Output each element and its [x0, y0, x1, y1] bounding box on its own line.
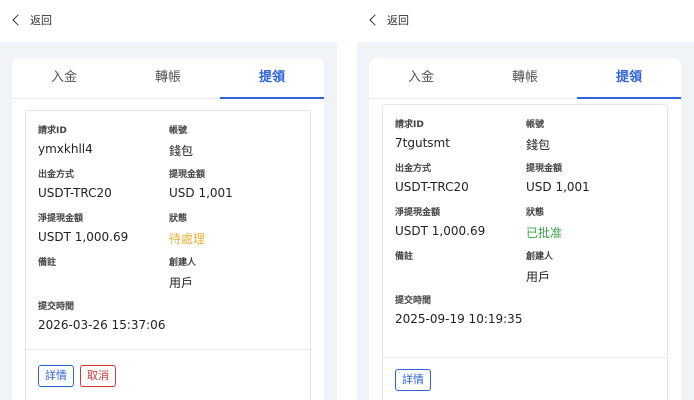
method-label: 出金方式 [395, 164, 432, 174]
submit-time-label: 提交時間 [395, 296, 432, 306]
back-label: 返回 [30, 14, 52, 27]
withdrawal-record: 請求ID 7tgutsmt 帳號 錢包 出金方式 USDT-TRC20 提現金額 [382, 104, 668, 400]
back-button[interactable]: 返回 [12, 12, 52, 28]
status-label: 狀態 [169, 214, 188, 224]
panel-gap [337, 0, 357, 400]
submit-time-label: 提交時間 [38, 302, 75, 312]
amount-label: 提現金額 [526, 164, 563, 174]
back-button[interactable]: 返回 [369, 12, 409, 28]
creator-value: 用戶 [526, 270, 551, 284]
amount-label: 提現金額 [169, 170, 206, 180]
tab-transfer[interactable]: 轉帳 [116, 58, 220, 98]
cancel-button[interactable]: 取消 [80, 365, 116, 387]
submit-time-value: 2025-09-19 10:19:35 [395, 312, 523, 326]
status-badge: 已批准 [526, 226, 563, 240]
tab-withdraw[interactable]: 提領 [577, 58, 681, 99]
detail-button[interactable]: 詳情 [38, 365, 74, 387]
creator-value: 用戶 [169, 276, 194, 290]
request-id-value: 7tgutsmt [395, 136, 450, 150]
transaction-card: 入金 轉帳 提領 請求ID 7tgutsmt 帳號 錢包 出金方式 USDT-T… [369, 58, 681, 400]
tab-deposit[interactable]: 入金 [12, 58, 116, 98]
detail-button[interactable]: 詳情 [395, 369, 431, 391]
note-label: 備註 [38, 258, 57, 268]
top-bar: 返回 [0, 0, 337, 42]
amount-value: USD 1,001 [169, 186, 233, 200]
request-id-label: 請求ID [395, 120, 424, 130]
tab-withdraw[interactable]: 提領 [220, 58, 324, 99]
chevron-left-icon [369, 14, 381, 26]
method-value: USDT-TRC20 [395, 180, 469, 194]
tab-bar: 入金 轉帳 提領 [12, 58, 324, 99]
status-label: 狀態 [526, 208, 545, 218]
request-id-label: 請求ID [38, 126, 67, 136]
method-label: 出金方式 [38, 170, 75, 180]
amount-value: USD 1,001 [526, 180, 590, 194]
net-amount-value: USDT 1,000.69 [38, 230, 129, 244]
transaction-card: 入金 轉帳 提領 請求ID ymxkhll4 帳號 錢包 出金方式 USDT-T… [12, 58, 324, 400]
right-panel: 返回 入金 轉帳 提領 請求ID 7tgutsmt 帳號 錢包 出金方式 USD… [357, 0, 694, 400]
status-badge: 待處理 [169, 232, 206, 246]
net-amount-label: 淨提現金額 [395, 208, 441, 218]
divider [26, 349, 310, 350]
tab-transfer[interactable]: 轉帳 [473, 58, 577, 98]
withdrawal-record: 請求ID ymxkhll4 帳號 錢包 出金方式 USDT-TRC20 提現金額 [25, 110, 311, 400]
wallet-value: 錢包 [526, 138, 551, 152]
submit-time-value: 2026-03-26 15:37:06 [38, 318, 166, 332]
wallet-label: 帳號 [169, 126, 188, 136]
method-value: USDT-TRC20 [38, 186, 112, 200]
top-bar: 返回 [357, 0, 694, 42]
creator-label: 創建人 [526, 252, 554, 262]
back-label: 返回 [387, 14, 409, 27]
tab-deposit[interactable]: 入金 [369, 58, 473, 98]
creator-label: 創建人 [169, 258, 197, 268]
net-amount-label: 淨提現金額 [38, 214, 84, 224]
note-label: 備註 [395, 252, 414, 262]
divider [383, 357, 667, 358]
wallet-value: 錢包 [169, 144, 194, 158]
left-panel: 返回 入金 轉帳 提領 請求ID ymxkhll4 帳號 錢包 出金方式 USD… [0, 0, 337, 400]
chevron-left-icon [12, 14, 24, 26]
request-id-value: ymxkhll4 [38, 142, 93, 156]
net-amount-value: USDT 1,000.69 [395, 224, 486, 238]
tab-bar: 入金 轉帳 提領 [369, 58, 681, 99]
wallet-label: 帳號 [526, 120, 545, 130]
